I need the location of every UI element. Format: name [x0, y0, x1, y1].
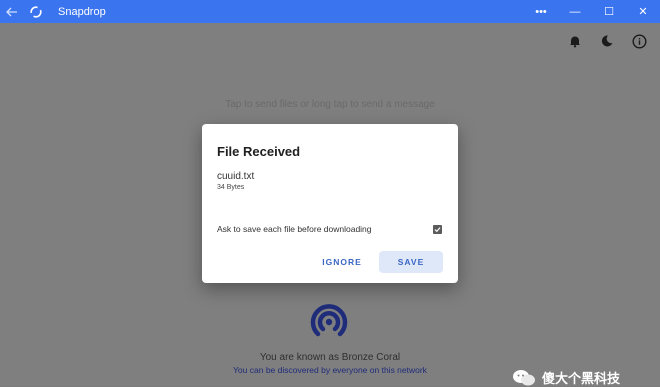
- ignore-button[interactable]: IGNORE: [315, 251, 369, 273]
- device-name-text: You are known as Bronze Coral: [259, 352, 401, 363]
- watermark-text: 傻大个黑科技: [542, 371, 621, 386]
- save-button[interactable]: SAVE: [379, 251, 443, 273]
- dialog-title: File Received: [217, 144, 301, 159]
- moon-icon[interactable]: [598, 32, 616, 50]
- maximize-button[interactable]: ☐: [592, 0, 626, 23]
- file-received-dialog: File Received cuuid.txt 34 Bytes Ask to …: [202, 124, 458, 283]
- minimize-button[interactable]: —: [558, 0, 592, 23]
- file-size: 34 Bytes: [217, 184, 245, 191]
- title-bar: Snapdrop ••• — ☐ ✕: [0, 0, 660, 23]
- ask-save-row: Ask to save each file before downloading: [217, 224, 442, 234]
- file-name: cuuid.txt: [217, 171, 255, 182]
- ask-save-checkbox[interactable]: [433, 224, 442, 234]
- sync-icon: [26, 0, 46, 23]
- window-controls: ••• — ☐ ✕: [524, 0, 660, 23]
- back-arrow-icon[interactable]: [0, 0, 24, 23]
- checkmark-icon: [434, 226, 441, 232]
- info-icon[interactable]: [630, 32, 648, 50]
- close-button[interactable]: ✕: [626, 0, 660, 23]
- more-options-button[interactable]: •••: [524, 0, 558, 23]
- bell-icon[interactable]: [566, 32, 584, 50]
- send-hint: Tap to send files or long tap to send a …: [225, 99, 435, 110]
- window-title: Snapdrop: [58, 5, 106, 18]
- snapdrop-logo-icon: [306, 298, 352, 344]
- ask-save-label: Ask to save each file before downloading: [217, 224, 372, 234]
- watermark: 傻大个黑科技: [512, 368, 620, 387]
- header-actions: [566, 32, 648, 50]
- wechat-icon: [513, 369, 535, 385]
